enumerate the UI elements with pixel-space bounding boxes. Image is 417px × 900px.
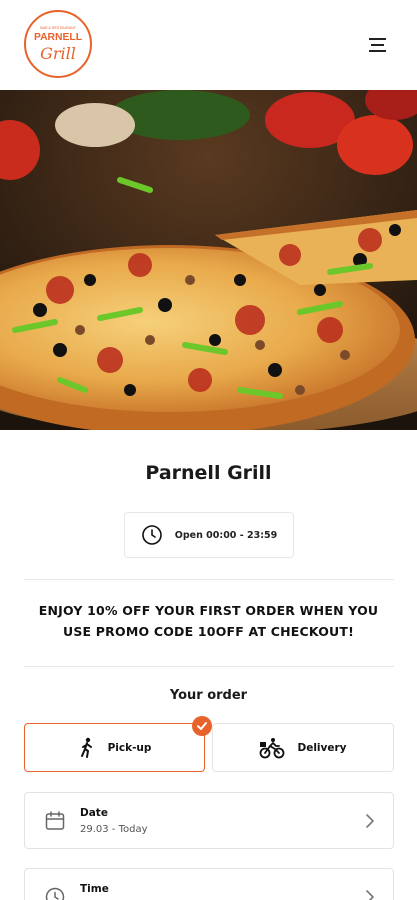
parnell-grill-logo[interactable]: PARNELL Grill BAR & RESTAURANT <box>24 10 92 78</box>
clock-icon <box>45 887 65 900</box>
clock-icon <box>141 525 162 545</box>
date-selector[interactable]: Date 29.03 - Today <box>24 792 394 849</box>
logo-subtext: BAR & RESTAURANT <box>40 26 76 30</box>
walking-person-icon <box>80 737 92 758</box>
hamburger-menu-icon[interactable] <box>364 33 392 57</box>
restaurant-name: Parnell Grill <box>145 462 272 484</box>
delivery-label: Delivery <box>297 741 347 754</box>
divider <box>24 579 394 580</box>
divider <box>24 666 394 667</box>
cyclist-icon <box>260 737 285 758</box>
promo-line-1: ENJOY 10% OFF YOUR FIRST ORDER WHEN YOU <box>38 603 379 618</box>
time-label: Time <box>80 883 109 895</box>
your-order-heading: Your order <box>169 688 248 703</box>
pickup-label: Pick-up <box>107 741 152 754</box>
date-label: Date <box>80 807 108 819</box>
promo-banner: ENJOY 10% OFF YOUR FIRST ORDER WHEN YOU … <box>20 600 397 642</box>
selected-check-icon <box>192 716 212 736</box>
opening-hours-text: Open 00:00 - 23:59 <box>174 529 278 541</box>
opening-hours: Open 00:00 - 23:59 <box>124 512 294 558</box>
chevron-right-icon <box>366 814 374 828</box>
app-header: PARNELL Grill BAR & RESTAURANT <box>0 0 417 90</box>
delivery-option-button[interactable]: Delivery <box>212 723 394 772</box>
hero-pizza-image <box>0 90 417 430</box>
date-value: 29.03 - Today <box>80 824 148 835</box>
logo-text: PARNELL <box>34 32 82 43</box>
promo-line-2: USE PROMO CODE 10OFF AT CHECKOUT! <box>62 624 355 639</box>
chevron-right-icon <box>366 890 374 900</box>
logo-script: Grill <box>40 44 76 63</box>
calendar-icon <box>45 811 65 830</box>
pickup-option-button[interactable]: Pick-up <box>24 723 205 772</box>
logo-graphic: PARNELL Grill BAR & RESTAURANT <box>34 26 82 63</box>
time-selector[interactable]: Time <box>24 868 394 900</box>
